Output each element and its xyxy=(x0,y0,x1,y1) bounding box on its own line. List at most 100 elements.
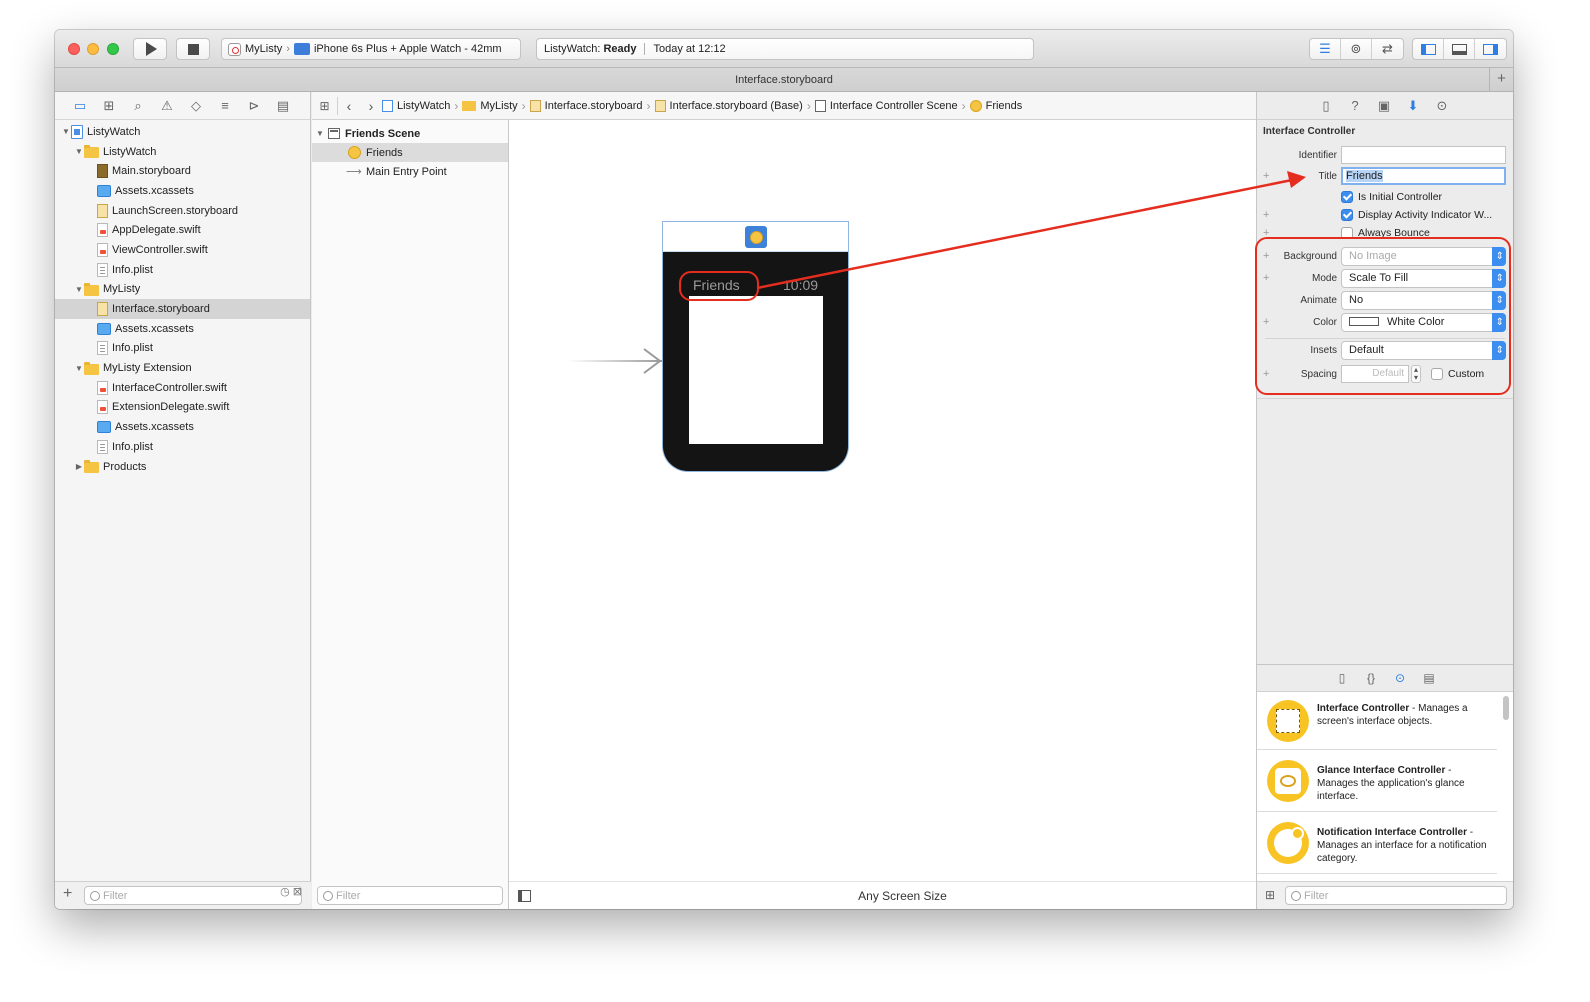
project-icon xyxy=(71,124,83,139)
project-navigator-folder-icon[interactable]: ▭ xyxy=(71,98,89,114)
outline-scene-row[interactable]: ▼ Friends Scene xyxy=(312,124,508,143)
disclosure-open-icon[interactable]: ▼ xyxy=(74,364,84,373)
new-tab-button[interactable]: + xyxy=(1489,68,1513,91)
chevron-right-icon: › xyxy=(806,98,811,113)
navigator-filter-input[interactable]: Filter xyxy=(84,886,302,905)
file-tree-row[interactable]: Info.plist xyxy=(55,260,310,280)
breakpoint-navigator-icon[interactable]: ⊳ xyxy=(245,98,263,114)
file-tree-row[interactable]: Assets.xcassets xyxy=(55,417,310,437)
file-tree-row[interactable]: Assets.xcassets xyxy=(55,319,310,339)
disclosure-open-icon[interactable]: ▼ xyxy=(74,147,84,156)
related-items-grid-icon[interactable]: ⊞ xyxy=(312,96,338,115)
toggle-debug-area-button[interactable] xyxy=(1444,39,1475,59)
outline-entry-row[interactable]: ⟶ Main Entry Point xyxy=(312,162,508,181)
file-tree-row[interactable]: ExtensionDelegate.swift xyxy=(55,398,310,418)
storyboard-canvas[interactable] xyxy=(509,120,1256,909)
standard-editor-button[interactable]: ☰ xyxy=(1310,39,1341,59)
disclosure-closed-icon[interactable]: ▶ xyxy=(74,462,84,471)
outline-filter-input[interactable]: Filter xyxy=(317,886,503,905)
library-item-glance-controller[interactable]: Glance Interface Controller - Manages th… xyxy=(1257,750,1497,812)
crumb-folder[interactable]: MyListy xyxy=(462,100,518,112)
file-tree-row[interactable]: ▼ ListyWatch xyxy=(55,142,310,162)
file-tree-row[interactable]: Main.storyboard xyxy=(55,161,310,181)
crumb-storyboard[interactable]: Interface.storyboard xyxy=(529,99,643,112)
bottom-panel-icon xyxy=(1451,43,1467,55)
file-tree-row[interactable]: InterfaceController.swift xyxy=(55,378,310,398)
close-window-button[interactable] xyxy=(68,43,80,55)
identity-inspector-icon[interactable]: ▣ xyxy=(1375,98,1393,114)
quick-help-icon[interactable]: ? xyxy=(1346,98,1364,113)
file-tree-row[interactable]: Info.plist xyxy=(55,437,310,457)
file-tree-row[interactable]: Assets.xcassets xyxy=(55,181,310,201)
code-snippet-braces-icon[interactable]: {} xyxy=(1362,671,1380,685)
crumb-controller[interactable]: Friends xyxy=(969,99,1022,112)
zoom-window-button[interactable] xyxy=(107,43,119,55)
version-editor-button[interactable]: ⇄ xyxy=(1372,39,1403,59)
test-navigator-diamond-icon[interactable]: ◇ xyxy=(187,98,205,114)
scene-icon xyxy=(328,128,340,139)
file-template-icon[interactable]: ▯ xyxy=(1333,671,1351,685)
toggle-navigator-button[interactable] xyxy=(1413,39,1444,59)
report-navigator-icon[interactable]: ▤ xyxy=(274,98,292,114)
disclosure-open-icon[interactable]: ▼ xyxy=(74,285,84,294)
assistant-editor-button[interactable]: ⊚ xyxy=(1341,39,1372,59)
file-tree-row[interactable]: Interface.storyboard xyxy=(55,299,310,319)
library-item-interface-controller[interactable]: Interface Controller - Manages a screen'… xyxy=(1257,692,1497,750)
file-tree-row[interactable]: ▼ ListyWatch xyxy=(55,122,310,142)
connections-inspector-icon[interactable]: ⊙ xyxy=(1433,98,1451,114)
file-inspector-icon[interactable]: ▯ xyxy=(1317,98,1335,114)
file-tree-row[interactable]: LaunchScreen.storyboard xyxy=(55,201,310,221)
add-file-plus-icon[interactable]: + xyxy=(63,885,72,903)
attributes-inspector-icon[interactable]: ⬇ xyxy=(1404,98,1422,114)
file-tree-row[interactable]: ▼ MyListy xyxy=(55,280,310,300)
disclosure-open-icon[interactable]: ▼ xyxy=(61,127,71,136)
storyboard-icon xyxy=(529,99,541,112)
find-navigator-search-icon[interactable]: ⌕ xyxy=(129,98,147,114)
scene-dock[interactable] xyxy=(662,221,849,252)
scheme-app-label: MyListy xyxy=(245,43,283,55)
interface-controller-icon xyxy=(1267,700,1309,742)
toggle-utilities-button[interactable] xyxy=(1475,39,1506,59)
library-item-notification-controller[interactable]: Notification Interface Controller - Mana… xyxy=(1257,812,1497,874)
scheme-selector[interactable]: MyListy › iPhone 6s Plus + Apple Watch -… xyxy=(221,38,521,60)
left-panel-icon xyxy=(1420,43,1436,55)
recent-files-clock-icon[interactable]: ◷⊠ xyxy=(280,885,305,898)
issue-navigator-warning-icon[interactable]: ⚠ xyxy=(158,98,176,114)
forward-chevron-icon[interactable]: › xyxy=(360,98,382,114)
activity-time: Today at 12:12 xyxy=(653,43,726,55)
file-tree-row[interactable]: AppDelegate.swift xyxy=(55,220,310,240)
add-variation-plus-icon[interactable]: + xyxy=(1263,170,1269,182)
run-button[interactable] xyxy=(133,38,167,60)
library-filter-input[interactable]: Filter xyxy=(1285,886,1507,905)
stop-button[interactable] xyxy=(176,38,210,60)
interface-controller-icon[interactable] xyxy=(745,226,767,248)
media-library-icon[interactable]: ▤ xyxy=(1420,671,1438,685)
grid-view-icon[interactable]: ⊞ xyxy=(1265,888,1275,902)
file-tree-row[interactable]: ViewController.swift xyxy=(55,240,310,260)
title-field[interactable]: Friends xyxy=(1341,167,1506,185)
initial-controller-checkbox[interactable] xyxy=(1341,191,1353,203)
back-chevron-icon[interactable]: ‹ xyxy=(338,98,360,114)
identifier-field[interactable] xyxy=(1341,146,1506,164)
plist-icon xyxy=(97,439,108,454)
crumb-scene[interactable]: Interface Controller Scene xyxy=(814,99,958,112)
watch-screen[interactable] xyxy=(689,296,823,444)
outline-controller-row[interactable]: Friends xyxy=(312,143,508,162)
size-class-label[interactable]: Any Screen Size xyxy=(509,889,1256,903)
symbol-navigator-icon[interactable]: ⊞ xyxy=(100,98,118,114)
crumb-storyboard-base[interactable]: Interface.storyboard (Base) xyxy=(654,99,803,112)
file-tree-row[interactable]: ▼ MyListy Extension xyxy=(55,358,310,378)
minimize-window-button[interactable] xyxy=(87,43,99,55)
add-variation-plus-icon[interactable]: + xyxy=(1263,209,1269,221)
object-library-icon[interactable]: ⊙ xyxy=(1391,671,1409,685)
file-tree-row[interactable]: Info.plist xyxy=(55,339,310,359)
tab-interface-storyboard[interactable]: Interface.storyboard xyxy=(735,74,833,86)
asset-catalog-icon xyxy=(97,322,111,335)
debug-navigator-icon[interactable]: ≡ xyxy=(216,98,234,113)
crumb-project[interactable]: ListyWatch xyxy=(382,99,450,112)
activity-indicator-checkbox[interactable] xyxy=(1341,209,1353,221)
folder-icon xyxy=(84,361,99,375)
file-tree-row[interactable]: ▶ Products xyxy=(55,457,310,477)
library-scrollbar[interactable] xyxy=(1503,696,1509,720)
disclosure-open-icon[interactable]: ▼ xyxy=(312,129,328,138)
